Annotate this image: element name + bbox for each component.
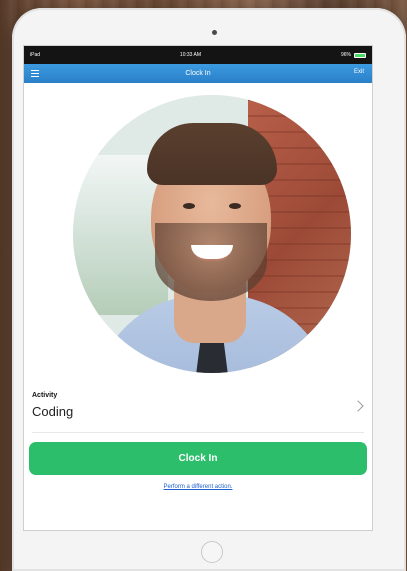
status-bar: iPad 10:33 AM 96% <box>24 46 372 64</box>
employee-profile-photo <box>73 95 351 373</box>
exit-button[interactable]: Exit <box>354 69 364 75</box>
battery-fill <box>354 53 365 57</box>
clock-in-button[interactable]: Clock In <box>29 442 367 475</box>
photo-eye-left <box>183 203 195 209</box>
activity-label: Activity <box>32 392 58 399</box>
home-button[interactable] <box>201 541 223 563</box>
activity-value: Coding <box>32 404 74 419</box>
page-title: Clock In <box>185 70 211 77</box>
hamburger-menu-icon[interactable] <box>31 70 39 77</box>
camera-dot <box>212 30 217 35</box>
activity-selector[interactable]: Activity Coding <box>32 392 364 433</box>
battery-icon <box>353 52 366 58</box>
status-right-group: 96% <box>341 52 366 58</box>
nav-bar: Clock In Exit <box>24 64 372 83</box>
photo-eye-right <box>229 203 241 209</box>
battery-percent: 96% <box>340 52 351 58</box>
menu-line <box>31 72 39 75</box>
photo-beard <box>155 223 267 301</box>
menu-line <box>31 70 39 72</box>
menu-line <box>31 75 39 77</box>
photo-tie <box>195 343 229 373</box>
status-time: 10:33 AM <box>179 52 202 58</box>
carrier-label: iPad <box>30 52 41 58</box>
perform-different-action-link[interactable]: Perform a different action. <box>24 484 372 490</box>
chevron-right-icon <box>352 400 364 412</box>
photo-hair <box>147 123 277 185</box>
app-screen: iPad 10:33 AM 96% Clock In Exit Activity… <box>24 46 372 530</box>
